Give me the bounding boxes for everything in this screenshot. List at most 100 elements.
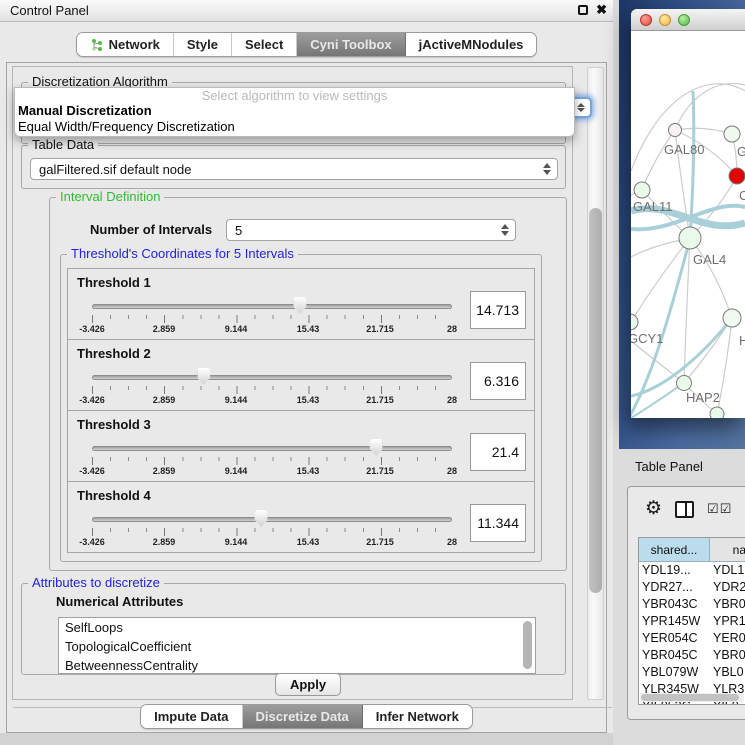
table-row[interactable]: YBR043CYBR0 [639, 596, 745, 613]
threshold-1-slider[interactable]: -3.4262.8599.14415.4321.71528 [92, 295, 452, 339]
table-row[interactable]: YBR045CYBR0 [639, 647, 745, 664]
table-cell[interactable]: YBL0 [710, 664, 745, 681]
scale-label: -3.426 [79, 395, 105, 405]
scale-label: 9.144 [225, 466, 248, 476]
numerical-attributes-list[interactable]: SelfLoopsTopologicalCoefficientBetweenne… [58, 617, 536, 674]
network-icon [90, 38, 104, 52]
threshold-3-slider[interactable]: -3.4262.8599.14415.4321.71528 [92, 437, 452, 481]
float-window-icon[interactable] [578, 5, 588, 15]
algorithm-popup-prompt: Select algorithm to view settings [15, 88, 574, 103]
slider-thumb[interactable] [255, 510, 268, 527]
network-canvas[interactable]: GAL80 GAL11 GAL4 GCY1 HAP2 G C H [631, 31, 745, 418]
slider-thumb[interactable] [293, 297, 306, 314]
table-row[interactable]: YBL079WYBL0 [639, 664, 745, 681]
slider-scale: -3.4262.8599.14415.4321.71528 [92, 324, 452, 336]
node-gal80 [669, 124, 682, 137]
hscrollbar-thumb[interactable] [641, 694, 739, 701]
slider-thumb[interactable] [197, 368, 210, 385]
attribute-item[interactable]: BetweennessCentrality [59, 656, 535, 674]
node-label: GAL11 [633, 199, 673, 214]
tab-impute-data[interactable]: Impute Data [141, 705, 242, 728]
tab-discretize-data[interactable]: Discretize Data [243, 705, 363, 728]
close-icon[interactable]: ✖ [596, 3, 607, 17]
attributes-list-scrollbar[interactable] [523, 621, 532, 669]
table-cell[interactable]: YDL19... [639, 562, 710, 579]
apply-button[interactable]: Apply [275, 673, 341, 696]
tab-network[interactable]: Network [77, 33, 174, 56]
table-panel-toolbar: ⚙ ☑☑ [628, 487, 745, 531]
tab-jactivemnodules[interactable]: jActiveMNodules [406, 33, 537, 56]
scale-label: 28 [447, 324, 457, 334]
scale-label: 2.859 [153, 395, 176, 405]
tab-infer-network[interactable]: Infer Network [363, 705, 472, 728]
threshold-2-slider[interactable]: -3.4262.8599.14415.4321.71528 [92, 366, 452, 410]
panel-vertical-scrollbar[interactable] [587, 67, 604, 700]
column-header-shared-name[interactable]: shared... [639, 538, 710, 561]
table-cell[interactable]: YBR0 [710, 596, 745, 613]
minimize-traffic-light-icon[interactable] [659, 14, 671, 26]
node-gal11 [634, 182, 650, 198]
scale-label: 9.144 [225, 537, 248, 547]
table-data-combo-value: galFiltered.sif default node [39, 162, 191, 177]
number-of-intervals-label: Number of Intervals [90, 222, 212, 237]
table-row[interactable]: YPR145WYPR1 [639, 613, 745, 630]
table-row[interactable]: YER054CYER0 [639, 630, 745, 647]
scrollbar-thumb[interactable] [589, 208, 602, 593]
table-cell[interactable]: YDL1 [710, 562, 745, 579]
zoom-traffic-light-icon[interactable] [678, 14, 690, 26]
table-cell[interactable]: YPR145W [639, 613, 710, 630]
table-cell[interactable]: YPR1 [710, 613, 745, 630]
slider-track[interactable] [92, 517, 452, 522]
slider-ticks [92, 528, 453, 536]
table-data-title: Table Data [28, 137, 98, 152]
tab-cyni-toolbox[interactable]: Cyni Toolbox [297, 33, 405, 56]
gear-icon[interactable]: ⚙ [645, 499, 662, 519]
tab-select[interactable]: Select [232, 33, 297, 56]
table-cell[interactable]: YER0 [710, 630, 745, 647]
threshold-3-value-field[interactable]: 21.4 [470, 433, 526, 471]
slider-track[interactable] [92, 304, 452, 309]
table-cell[interactable]: YER054C [639, 630, 710, 647]
table-horizontal-scrollbar[interactable] [640, 693, 744, 702]
scale-label: 28 [447, 395, 457, 405]
footer-strip [0, 733, 613, 745]
threshold-2-value-field[interactable]: 6.316 [470, 362, 526, 400]
attribute-item[interactable]: SelfLoops [59, 618, 535, 637]
threshold-panel-4: Threshold 4 -3.4262.8599.14415.4321.7152… [67, 481, 535, 553]
close-traffic-light-icon[interactable] [640, 14, 652, 26]
tab-style[interactable]: Style [174, 33, 232, 56]
select-columns-icon[interactable]: ☑☑ [707, 501, 732, 517]
table-data-combo[interactable]: galFiltered.sif default node [30, 158, 558, 180]
node-table-body: YDL19...YDL1YDR27...YDR2YBR043CYBR0YPR14… [639, 562, 745, 705]
table-cell[interactable]: YBR045C [639, 647, 710, 664]
table-row[interactable]: YDL19...YDL1 [639, 562, 745, 579]
slider-track[interactable] [92, 375, 452, 380]
table-cell[interactable]: YBL079W [639, 664, 710, 681]
node-hap2 [677, 376, 692, 391]
node-label-cut: H [739, 333, 745, 348]
number-of-intervals-combo[interactable]: 5 [226, 219, 516, 241]
threshold-4-value-field[interactable]: 11.344 [470, 504, 526, 542]
table-data-group: Table Data galFiltered.sif default node [21, 145, 566, 189]
thresholds-group-title: Threshold's Coordinates for 5 Intervals [67, 246, 298, 261]
table-cell[interactable]: YBR043C [639, 596, 710, 613]
slider-scale: -3.4262.8599.14415.4321.71528 [92, 466, 452, 478]
algorithm-option-equal-width[interactable]: Equal Width/Frequency Discretization [15, 119, 574, 135]
scale-label: -3.426 [79, 537, 105, 547]
slider-track[interactable] [92, 446, 452, 451]
scale-label: 2.859 [153, 537, 176, 547]
table-cell[interactable]: YBR0 [710, 647, 745, 664]
threshold-4-slider[interactable]: -3.4262.8599.14415.4321.71528 [92, 508, 452, 552]
threshold-3-label: Threshold 3 [77, 417, 151, 432]
column-layout-icon[interactable] [675, 501, 694, 518]
tab-network-label: Network [109, 37, 160, 52]
column-header-name[interactable]: na [710, 538, 745, 561]
algorithm-option-manual[interactable]: Manual Discretization [15, 103, 574, 119]
slider-thumb[interactable] [370, 439, 383, 456]
attribute-item[interactable]: TopologicalCoefficient [59, 637, 535, 656]
table-cell[interactable]: YDR2 [710, 579, 745, 596]
node-gal4 [679, 227, 701, 249]
table-row[interactable]: YDR27...YDR2 [639, 579, 745, 596]
table-cell[interactable]: YDR27... [639, 579, 710, 596]
threshold-1-value-field[interactable]: 14.713 [470, 291, 526, 329]
